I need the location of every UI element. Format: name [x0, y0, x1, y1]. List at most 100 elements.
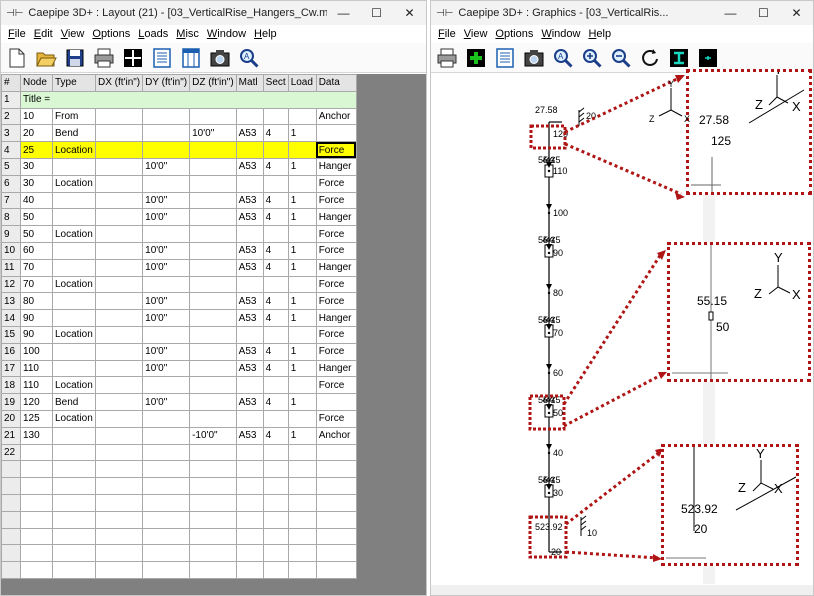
cell-node[interactable]: 110	[20, 376, 53, 395]
empty-row[interactable]	[1, 561, 357, 579]
cell-sect[interactable]	[262, 141, 289, 159]
cell-data[interactable]	[315, 443, 357, 462]
cell-node[interactable]: 90	[20, 309, 53, 327]
column-header[interactable]: #	[1, 74, 21, 92]
cell-dz[interactable]	[189, 359, 237, 378]
cell-dx[interactable]	[94, 309, 144, 327]
cell-dx[interactable]	[94, 275, 144, 294]
column-header[interactable]: Node	[20, 74, 53, 92]
cell-node[interactable]: 50	[20, 208, 53, 227]
cell-matl[interactable]: A53	[235, 241, 264, 260]
zoom-out-icon[interactable]	[608, 45, 634, 71]
column-header[interactable]: DX (ft'in")	[94, 74, 144, 92]
cell-dx[interactable]	[94, 376, 144, 395]
cell-dx[interactable]	[94, 157, 144, 176]
menu-window[interactable]: Window	[541, 28, 580, 40]
cell-matl[interactable]: A53	[235, 342, 264, 361]
menu-help[interactable]: Help	[254, 28, 277, 40]
graphics-titlebar[interactable]: ⊣⊢ Caepipe 3D+ : Graphics - [03_Vertical…	[431, 1, 813, 25]
empty-cell[interactable]	[287, 544, 317, 563]
empty-cell[interactable]	[94, 561, 144, 579]
cell-dx[interactable]	[94, 426, 144, 445]
cell-matl[interactable]	[235, 107, 264, 126]
cell-dx[interactable]	[94, 292, 144, 311]
cell-sect[interactable]: 4	[262, 426, 289, 445]
print-icon[interactable]	[91, 45, 117, 71]
find-icon[interactable]: A	[236, 45, 262, 71]
empty-cell[interactable]	[142, 460, 191, 479]
cell-dx[interactable]	[94, 325, 144, 344]
cell-matl[interactable]: A53	[235, 258, 264, 277]
table-row[interactable]: 15 90 Location Force	[1, 325, 357, 344]
table-row[interactable]: 19 120 Bend 10'0" A53 4 1	[1, 393, 357, 411]
cell-node[interactable]: 10	[20, 107, 53, 126]
cell-node[interactable]: 50	[20, 225, 53, 243]
cell-data[interactable]: Anchor	[315, 426, 357, 445]
empty-cell[interactable]	[189, 561, 237, 579]
empty-cell[interactable]	[94, 527, 144, 546]
cell-sect[interactable]: 4	[262, 359, 289, 378]
cell-sect[interactable]	[262, 376, 289, 395]
empty-cell[interactable]	[262, 544, 289, 563]
column-header[interactable]: Sect	[262, 74, 289, 92]
empty-cell[interactable]	[287, 527, 317, 546]
cell-load[interactable]	[287, 409, 317, 428]
cell-matl[interactable]	[235, 225, 264, 243]
empty-cell[interactable]	[94, 493, 144, 512]
cell-matl[interactable]	[235, 141, 264, 159]
cell-node[interactable]: 80	[20, 292, 53, 311]
cell-type[interactable]	[52, 258, 96, 277]
cell-load[interactable]	[287, 141, 317, 159]
cell-dz[interactable]	[189, 275, 237, 294]
table-row[interactable]: 14 90 10'0" A53 4 1 Hanger	[1, 309, 357, 327]
cell-data[interactable]: Force	[315, 376, 357, 395]
menu-view[interactable]: View	[61, 28, 85, 40]
empty-cell[interactable]	[315, 561, 357, 579]
cell-matl[interactable]: A53	[235, 393, 264, 411]
empty-row[interactable]	[1, 544, 357, 563]
empty-cell[interactable]	[235, 561, 264, 579]
cell-data[interactable]: Force	[315, 409, 357, 428]
empty-cell[interactable]	[287, 460, 317, 479]
cell-dy[interactable]: 10'0"	[142, 241, 191, 260]
cell-sect[interactable]: 4	[262, 157, 289, 176]
cell-node[interactable]: 25	[20, 141, 53, 159]
empty-row[interactable]	[1, 510, 357, 529]
cell-data[interactable]: Force	[315, 191, 357, 210]
menu-misc[interactable]: Misc	[176, 28, 199, 40]
empty-cell[interactable]	[52, 510, 96, 529]
empty-cell[interactable]	[189, 527, 237, 546]
cell-dz[interactable]	[189, 393, 237, 411]
cell-dz[interactable]	[189, 309, 237, 327]
cell-data[interactable]: Force	[315, 141, 357, 159]
cell-dz[interactable]	[189, 225, 237, 243]
table-row[interactable]: 2 10 From Anchor	[1, 107, 357, 126]
cell-matl[interactable]: A53	[235, 426, 264, 445]
cell-node[interactable]: 90	[20, 325, 53, 344]
cell-dx[interactable]	[94, 393, 144, 411]
cell-load[interactable]: 1	[287, 241, 317, 260]
table-row[interactable]: 13 80 10'0" A53 4 1 Force	[1, 292, 357, 311]
cell-data[interactable]: Force	[315, 292, 357, 311]
cell-sect[interactable]: 4	[262, 292, 289, 311]
column-header[interactable]: Matl	[235, 74, 264, 92]
empty-cell[interactable]	[142, 493, 191, 512]
menu-options[interactable]: Options	[495, 28, 533, 40]
table-row[interactable]: 11 70 10'0" A53 4 1 Hanger	[1, 258, 357, 277]
empty-cell[interactable]	[20, 460, 53, 479]
rotate-icon[interactable]	[637, 45, 663, 71]
empty-cell[interactable]	[94, 460, 144, 479]
cell-sect[interactable]	[262, 174, 289, 193]
cell-type[interactable]: Location	[52, 275, 96, 294]
cell-dz[interactable]: -10'0"	[189, 426, 237, 445]
cell-dz[interactable]	[189, 191, 237, 210]
cell-load[interactable]	[287, 376, 317, 395]
cell-dx[interactable]	[94, 191, 144, 210]
empty-cell[interactable]	[315, 527, 357, 546]
find-icon[interactable]: A	[550, 45, 576, 71]
menu-loads[interactable]: Loads	[138, 28, 168, 40]
cell-dz[interactable]	[189, 409, 237, 428]
cell-dx[interactable]	[94, 359, 144, 378]
cell-type[interactable]	[52, 426, 96, 445]
title-row[interactable]: 1 Title =	[1, 90, 357, 109]
